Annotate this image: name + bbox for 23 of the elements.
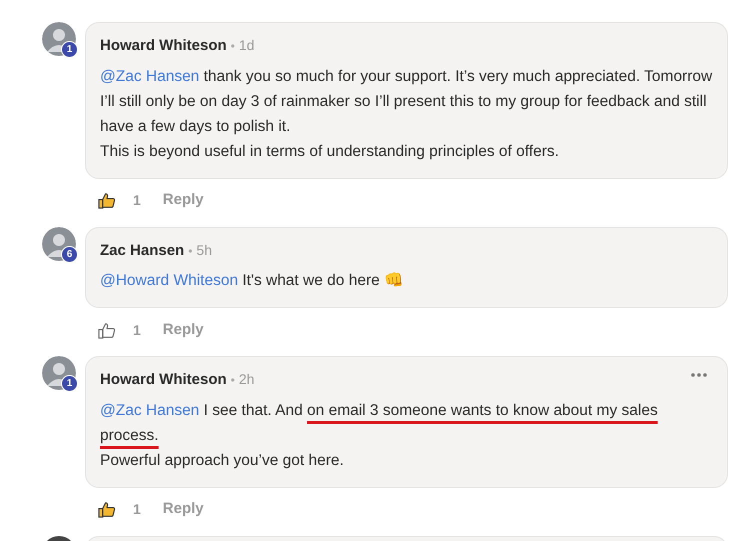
thumbs-up-filled-icon[interactable] <box>97 191 116 210</box>
author-name[interactable]: Howard Whiteson <box>100 369 227 392</box>
comment-text: @Zac Hansen I see that. And on email 3 someone wants to know about my sales process. <box>100 400 659 446</box>
separator-dot: • <box>230 38 235 55</box>
timestamp: 2h <box>238 370 254 389</box>
like-count: 1 <box>133 191 141 210</box>
level-badge: 1 <box>61 41 78 58</box>
like-count: 1 <box>133 320 141 340</box>
timestamp: 1d <box>238 36 254 55</box>
comment-text: @Howard Whiteson It's what we do here 👊 <box>100 271 404 291</box>
separator-dot: • <box>188 242 192 260</box>
comment-text: @Zac Hansen thank you so much for your support. It’s very much appreciated. Tomorrow I’ll still only be on day 3 of rainmaker so I’ll present this to my group for feedback and still have a few days to polish it. <box>100 66 714 136</box>
separator-dot: • <box>230 372 235 389</box>
comment-text: Powerful approach you’ve got here. <box>100 450 345 470</box>
author-name[interactable]: Zac Hansen <box>100 240 184 262</box>
more-options-icon[interactable] <box>691 371 707 379</box>
like-count: 1 <box>133 500 141 519</box>
author-name[interactable]: Howard Whiteson <box>100 35 227 58</box>
level-badge: 1 <box>61 375 78 392</box>
comment-text: This is beyond useful in terms of understanding principles of offers. <box>100 142 560 162</box>
thumbs-up-icon[interactable] <box>97 320 116 340</box>
timestamp: 5h <box>196 240 212 260</box>
thumbs-up-filled-icon[interactable] <box>97 500 116 519</box>
